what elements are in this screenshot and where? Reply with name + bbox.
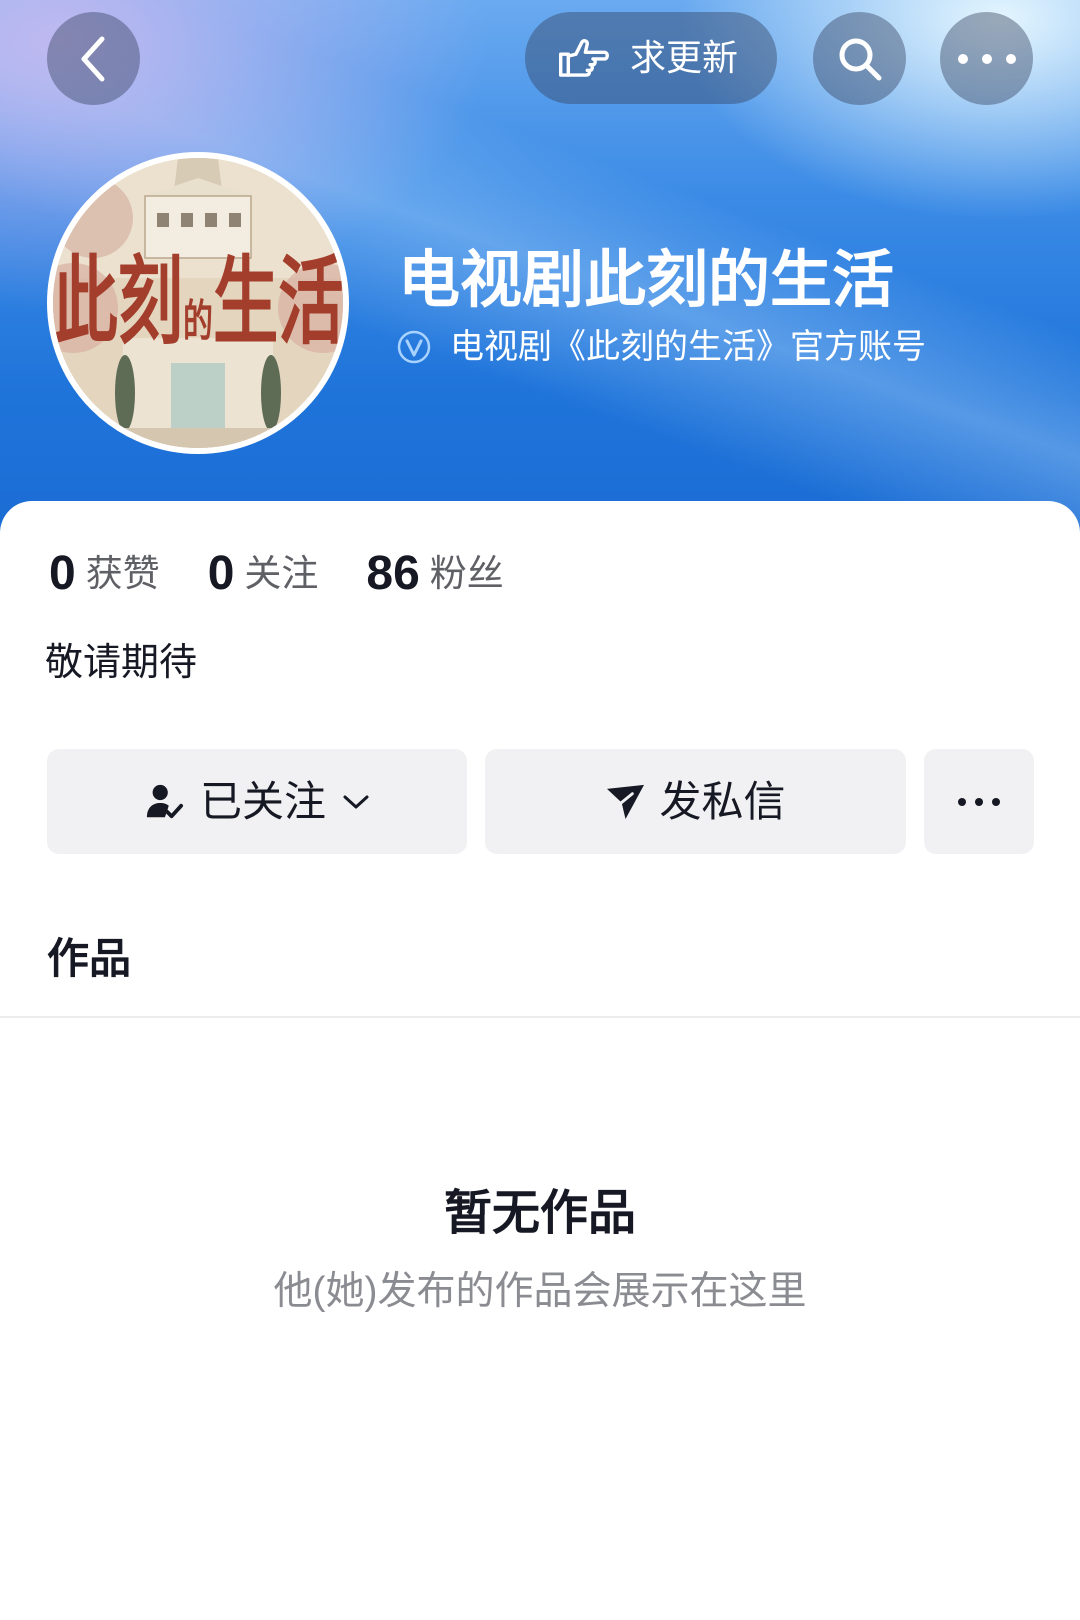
followed-button[interactable]: 已关注 <box>47 749 467 854</box>
chevron-down-icon <box>343 795 369 808</box>
stat-value: 0 <box>207 547 235 600</box>
search-icon <box>839 38 881 80</box>
stat-value: 0 <box>49 547 76 600</box>
profile-stats: 0 获赞 0 关注 86 粉丝 <box>49 544 504 604</box>
profile-card: 0 获赞 0 关注 86 粉丝 敬请期待 已关注 发私信 作品 暂无作品 他(她… <box>0 501 1080 1620</box>
poster-cypress-tree <box>261 355 281 431</box>
more-dots-icon <box>958 797 1000 806</box>
poster-window <box>205 213 217 227</box>
tab-works[interactable]: 作品 <box>47 931 131 987</box>
avatar-poster-title: 此刻 的 生活 <box>52 249 344 356</box>
poster-ground <box>53 428 343 448</box>
poster-blossom-tree <box>53 178 133 258</box>
more-actions-button[interactable] <box>924 749 1034 854</box>
stat-followers[interactable]: 86 粉丝 <box>366 544 503 604</box>
divider <box>0 1016 1080 1018</box>
search-button[interactable] <box>813 12 906 105</box>
stat-following[interactable]: 0 关注 <box>208 544 319 604</box>
request-update-label: 求更新 <box>630 37 739 78</box>
stat-likes[interactable]: 0 获赞 <box>49 544 160 604</box>
stat-label: 粉丝 <box>429 553 504 594</box>
profile-bio: 敬请期待 <box>45 642 198 684</box>
back-button[interactable] <box>47 12 140 105</box>
avatar-title-part: 生活 <box>212 249 344 356</box>
verified-icon <box>397 330 431 364</box>
pointing-hand-icon <box>558 39 609 77</box>
avatar-title-part: 此刻 <box>52 249 184 356</box>
empty-state-title: 暂无作品 <box>443 1187 636 1240</box>
poster-cypress-tree <box>115 355 135 431</box>
stat-value: 86 <box>366 547 420 600</box>
chevron-left-icon <box>81 36 104 81</box>
paper-plane-icon <box>607 784 645 820</box>
profile-name: 电视剧此刻的生活 <box>398 246 895 315</box>
request-update-button[interactable]: 求更新 <box>525 12 777 104</box>
poster-window <box>157 213 169 227</box>
followed-label: 已关注 <box>199 777 326 825</box>
stat-label: 关注 <box>244 553 319 594</box>
verified-description: 电视剧《此刻的生活》官方账号 <box>450 328 926 366</box>
more-options-button[interactable] <box>940 12 1033 105</box>
poster-gate <box>171 363 225 433</box>
poster-window <box>181 213 193 227</box>
avatar-title-part: 的 <box>183 297 213 346</box>
send-message-button[interactable]: 发私信 <box>485 749 906 854</box>
more-dots-icon <box>957 53 1016 64</box>
stat-label: 获赞 <box>85 553 160 594</box>
poster-window <box>229 213 241 227</box>
person-check-icon <box>146 784 183 818</box>
verified-badge-row[interactable]: 电视剧《此刻的生活》官方账号 <box>396 326 926 368</box>
empty-state-subtitle: 他(她)发布的作品会展示在这里 <box>273 1270 807 1313</box>
profile-screen: 求更新 此刻 的 生活 电视剧此刻的生活 电视剧《此刻的生活》官方账号 0 获赞… <box>0 0 1080 1620</box>
send-message-label: 发私信 <box>659 777 786 825</box>
avatar[interactable]: 此刻 的 生活 <box>47 152 349 454</box>
